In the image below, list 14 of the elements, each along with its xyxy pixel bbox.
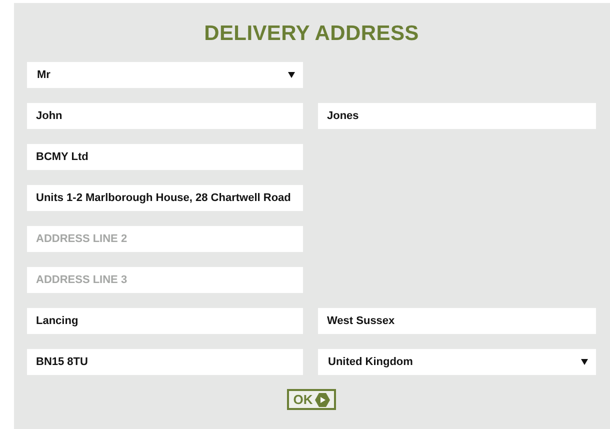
play-icon bbox=[314, 392, 330, 406]
input-field[interactable]: Units 1-2 Marlborough House, 28 Chartwell Road bbox=[27, 185, 303, 211]
select-field[interactable]: Mr bbox=[27, 62, 303, 88]
input-field[interactable]: Lancing bbox=[27, 308, 303, 334]
form-title: DELIVERY ADDRESS bbox=[203, 22, 420, 46]
ok-button[interactable]: OK bbox=[287, 389, 336, 410]
input-field[interactable]: West Sussex bbox=[318, 308, 596, 334]
caret-icon bbox=[288, 72, 295, 78]
select-field[interactable]: United Kingdom bbox=[318, 349, 596, 375]
caret-icon bbox=[581, 359, 588, 365]
input-field[interactable]: Jones bbox=[318, 103, 596, 129]
input-field[interactable]: BCMY Ltd bbox=[27, 144, 303, 170]
input-field[interactable]: BN15 8TU bbox=[27, 349, 303, 375]
input-field[interactable]: John bbox=[27, 103, 303, 129]
